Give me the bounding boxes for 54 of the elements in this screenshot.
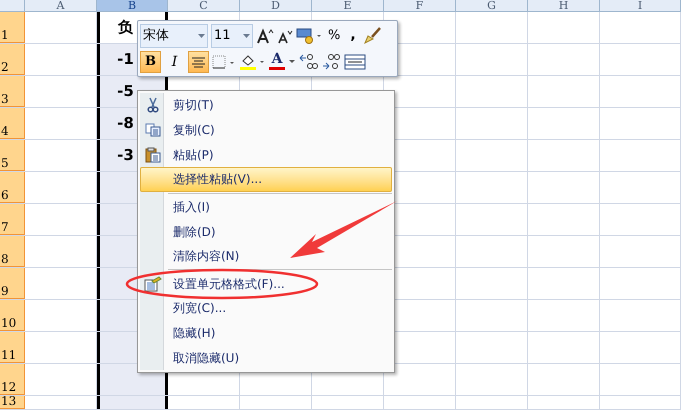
row-header[interactable]: 1 bbox=[0, 12, 25, 43]
menu-item[interactable]: 选择性粘贴(V)... bbox=[140, 166, 392, 192]
comma-button[interactable]: , bbox=[346, 25, 360, 46]
row-header[interactable]: 11 bbox=[0, 332, 25, 363]
merge-center-icon[interactable] bbox=[344, 54, 366, 70]
percent-button[interactable]: % bbox=[325, 26, 344, 46]
row-header[interactable]: 2 bbox=[0, 44, 25, 75]
borders-icon[interactable] bbox=[212, 54, 236, 70]
column-header[interactable]: H bbox=[528, 0, 600, 11]
dropdown-arrow-icon bbox=[243, 34, 250, 38]
row-header[interactable]: 10 bbox=[0, 300, 25, 331]
font-name-dropdown[interactable]: 宋体 bbox=[140, 24, 208, 48]
column-header[interactable]: I bbox=[600, 0, 681, 11]
row-header[interactable]: 12 bbox=[0, 364, 25, 395]
selected-cell[interactable] bbox=[97, 396, 168, 409]
align-center-icon bbox=[192, 56, 205, 68]
row-header[interactable]: 7 bbox=[0, 204, 25, 235]
row-header[interactable]: 4 bbox=[0, 108, 25, 139]
font-color-button[interactable]: A bbox=[268, 52, 286, 72]
menu-item[interactable]: 插入(I) bbox=[140, 194, 392, 220]
fill-color-icon[interactable] bbox=[239, 53, 265, 71]
clipboard-icon bbox=[145, 146, 161, 163]
format-cells-icon bbox=[144, 276, 162, 292]
menu-item[interactable]: 取消隐藏(U) bbox=[140, 345, 392, 370]
increase-decimal-icon[interactable] bbox=[298, 53, 318, 71]
row-header[interactable]: 13 bbox=[0, 396, 25, 409]
column-header[interactable]: B bbox=[97, 0, 168, 11]
column-header[interactable]: D bbox=[240, 0, 312, 11]
currency-format-icon[interactable] bbox=[296, 26, 322, 44]
dropdown-arrow-icon bbox=[198, 34, 205, 38]
decrease-decimal-icon[interactable] bbox=[321, 53, 341, 71]
column-header[interactable]: C bbox=[168, 0, 240, 11]
row-header[interactable]: 8 bbox=[0, 236, 25, 267]
row-header[interactable]: 6 bbox=[0, 172, 25, 203]
column-header[interactable]: F bbox=[384, 0, 456, 11]
menu-item[interactable]: 删除(D) bbox=[140, 219, 392, 244]
bold-button[interactable]: B bbox=[140, 51, 161, 73]
menu-item[interactable]: 列宽(C)... bbox=[140, 296, 392, 321]
row-header[interactable]: 3 bbox=[0, 76, 25, 107]
grow-font-icon[interactable] bbox=[256, 28, 274, 44]
brush-icon[interactable] bbox=[362, 26, 381, 44]
scissors-icon bbox=[146, 97, 160, 114]
menu-item[interactable]: 设置单元格格式(F)... bbox=[140, 271, 392, 296]
center-align-button[interactable] bbox=[188, 51, 209, 73]
column-header[interactable]: E bbox=[312, 0, 384, 11]
copy-icon bbox=[145, 122, 161, 137]
menu-item[interactable]: 清除内容(N) bbox=[140, 244, 392, 268]
menu-item[interactable]: 隐藏(H) bbox=[140, 320, 392, 346]
column-header[interactable]: G bbox=[456, 0, 528, 11]
font-color-swatch bbox=[269, 67, 285, 70]
row-header[interactable]: 9 bbox=[0, 268, 25, 299]
font-size-dropdown[interactable]: 11 bbox=[211, 24, 253, 48]
row-header[interactable]: 5 bbox=[0, 140, 25, 171]
dropdown-arrow-icon[interactable] bbox=[289, 60, 295, 64]
